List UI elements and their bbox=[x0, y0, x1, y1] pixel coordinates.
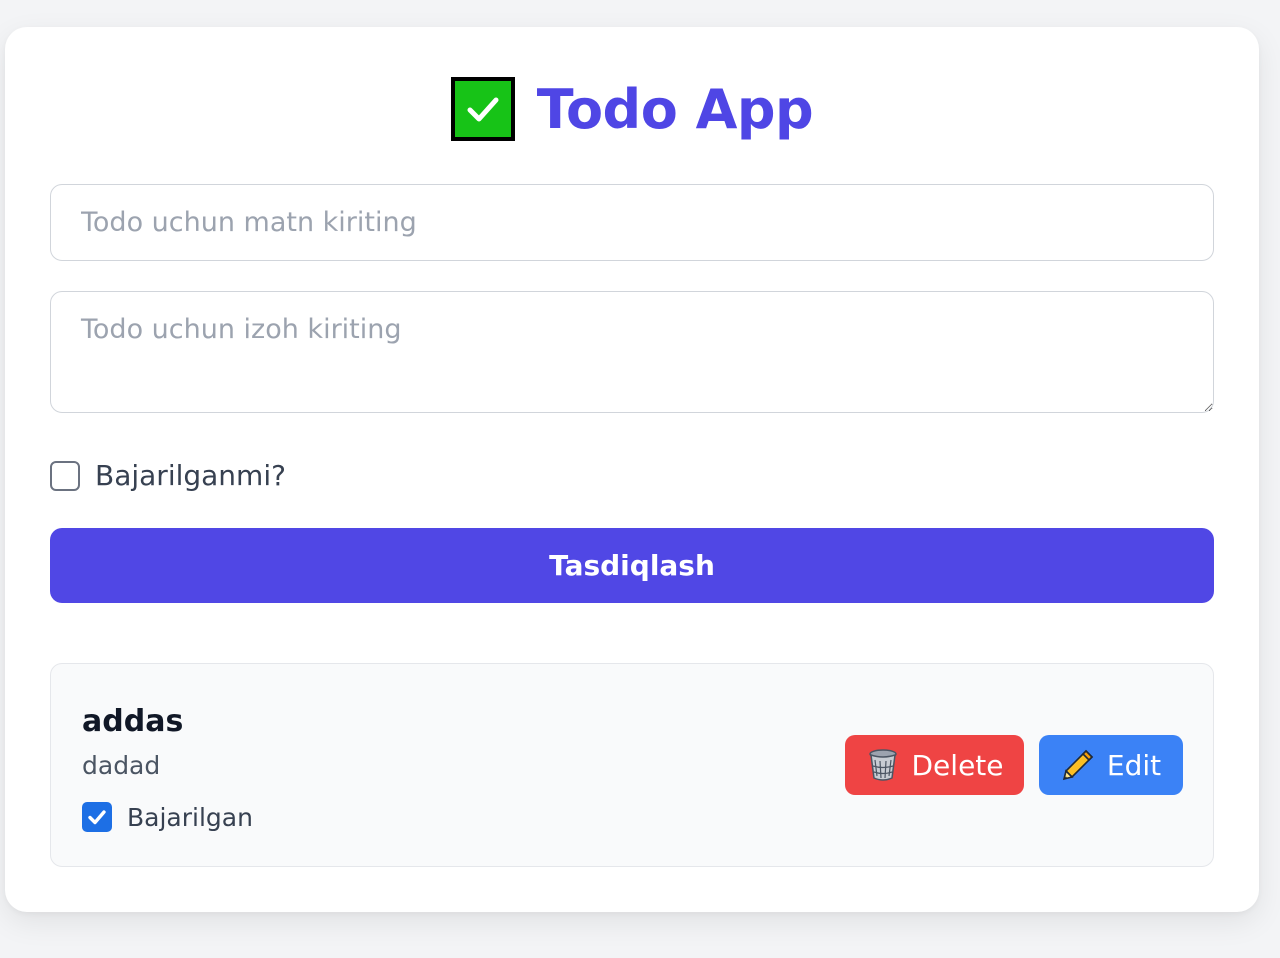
todo-item-description: dadad bbox=[82, 751, 161, 780]
edit-button-label: Edit bbox=[1106, 748, 1162, 782]
completed-checkbox[interactable] bbox=[82, 802, 112, 832]
delete-button[interactable]: Delete bbox=[845, 735, 1024, 795]
todo-item: addas dadad Bajarilgan Delete Edit bbox=[50, 663, 1214, 867]
todo-item-status[interactable]: Bajarilgan bbox=[82, 802, 253, 832]
todo-description-textarea[interactable] bbox=[50, 291, 1214, 413]
done-checkbox[interactable] bbox=[50, 460, 80, 491]
check-mark-button-icon bbox=[450, 77, 515, 141]
todo-item-title: addas bbox=[82, 704, 184, 739]
done-checkbox-label: Bajarilganmi? bbox=[95, 459, 286, 492]
edit-button[interactable]: Edit bbox=[1039, 735, 1183, 795]
todo-item-status-label: Bajarilgan bbox=[127, 802, 253, 832]
done-checkbox-row[interactable]: Bajarilganmi? bbox=[50, 459, 286, 492]
todo-text-input[interactable] bbox=[50, 184, 1214, 261]
pencil-icon bbox=[1061, 748, 1095, 782]
page-title: Todo App bbox=[536, 77, 814, 141]
wastebasket-icon bbox=[866, 748, 900, 782]
app-header: Todo App bbox=[5, 77, 1259, 141]
delete-button-label: Delete bbox=[911, 748, 1004, 782]
todo-card: Todo App Bajarilganmi? Tasdiqlash addas … bbox=[5, 27, 1259, 912]
submit-button[interactable]: Tasdiqlash bbox=[50, 528, 1214, 603]
